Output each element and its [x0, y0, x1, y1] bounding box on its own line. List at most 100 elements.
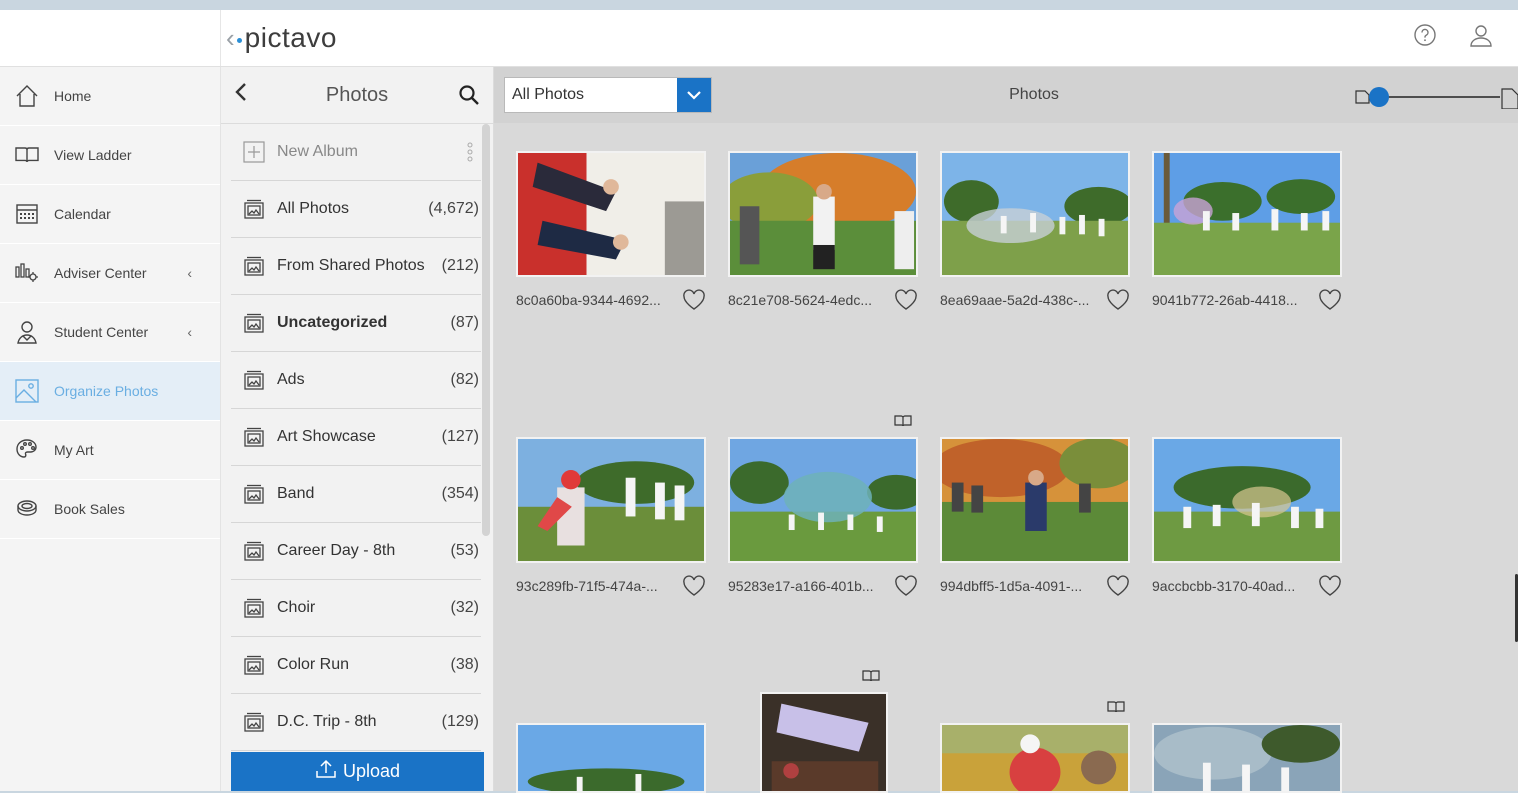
photo-grid: 8c0a60ba-9344-4692... 8c21e708-5624-4edc…	[494, 123, 1518, 793]
search-icon[interactable]	[457, 83, 481, 107]
photo-thumbnail[interactable]	[760, 692, 888, 793]
sidebar-item-adviser-center[interactable]: Adviser Center ‹	[0, 244, 220, 303]
sidebar-item-organize-photos[interactable]: Organize Photos	[0, 362, 220, 421]
photo-thumbnail[interactable]	[1152, 437, 1342, 563]
sidebar: Home View Ladder Calendar Adviser Center…	[0, 67, 221, 791]
album-name: From Shared Photos	[277, 257, 425, 274]
photo-card[interactable]: 994dbff5-1d5a-4091-...	[940, 437, 1130, 597]
album-item-band[interactable]: Band (354)	[231, 466, 481, 523]
heart-icon[interactable]	[682, 289, 706, 311]
sidebar-item-my-art[interactable]: My Art	[0, 421, 220, 480]
album-icon	[243, 483, 265, 505]
back-chevron-icon: ‹	[226, 23, 235, 53]
photo-thumbnail[interactable]	[516, 437, 706, 563]
upload-icon	[315, 759, 337, 784]
photo-thumbnail[interactable]	[1152, 151, 1342, 277]
photo-thumbnail[interactable]	[940, 437, 1130, 563]
photo-card[interactable]: 8c0a60ba-9344-4692...	[516, 151, 706, 311]
heart-icon[interactable]	[1318, 289, 1342, 311]
photo-thumbnail[interactable]	[728, 151, 918, 277]
heart-icon[interactable]	[1318, 575, 1342, 597]
album-item-dc-trip-8th[interactable]: D.C. Trip - 8th (129)	[231, 694, 481, 751]
album-item-from-shared-photos[interactable]: From Shared Photos (212)	[231, 238, 481, 295]
kebab-menu-icon[interactable]	[467, 141, 473, 163]
photo-card[interactable]: 93c289fb-71f5-474a-...	[516, 437, 706, 597]
plus-square-icon	[243, 141, 265, 163]
photo-card[interactable]: 95283e17-a166-401b...	[728, 437, 918, 597]
photo-thumbnail[interactable]	[516, 151, 706, 277]
pictavo-logo[interactable]: ‹ pictavo	[226, 20, 337, 56]
small-page-icon	[1355, 90, 1370, 104]
photo-thumbnail[interactable]	[728, 437, 918, 563]
home-icon	[14, 83, 40, 109]
album-name: Career Day - 8th	[277, 542, 396, 559]
chevron-left-icon[interactable]: ‹	[187, 324, 192, 340]
book-icon[interactable]	[894, 414, 912, 428]
photo-card[interactable]	[940, 723, 1130, 793]
new-album-label: New Album	[277, 143, 358, 160]
photo-card[interactable]	[1152, 723, 1342, 793]
photo-filename: 994dbff5-1d5a-4091-...	[940, 578, 1083, 594]
back-chevron-icon[interactable]	[233, 82, 257, 108]
album-count: (127)	[441, 428, 479, 445]
chevron-left-icon[interactable]: ‹	[187, 265, 192, 281]
heart-icon[interactable]	[1106, 289, 1130, 311]
album-count: (354)	[441, 485, 479, 502]
album-item-choir[interactable]: Choir (32)	[231, 580, 481, 637]
album-icon	[243, 540, 265, 562]
album-item-all-photos[interactable]: All Photos (4,672)	[231, 181, 481, 238]
sidebar-item-label: Organize Photos	[54, 383, 159, 399]
album-item-career-day-8th[interactable]: Career Day - 8th (53)	[231, 523, 481, 580]
main-toolbar: All Photos Photos	[494, 67, 1518, 123]
zoom-slider[interactable]	[1354, 85, 1518, 110]
heart-icon[interactable]	[894, 575, 918, 597]
upload-label: Upload	[342, 761, 401, 781]
heart-icon[interactable]	[894, 289, 918, 311]
album-list-scrollbar[interactable]	[482, 124, 490, 536]
album-name: Ads	[277, 371, 305, 388]
heart-icon[interactable]	[682, 575, 706, 597]
album-icon	[243, 654, 265, 676]
photo-card[interactable]	[760, 692, 888, 793]
top-bar: ‹ pictavo	[0, 10, 1518, 67]
sidebar-item-home[interactable]: Home	[0, 67, 220, 126]
photo-thumbnail[interactable]	[516, 723, 706, 793]
zoom-slider-handle[interactable]	[1369, 87, 1389, 107]
book-icon	[14, 142, 40, 168]
photo-card[interactable]: 9041b772-26ab-4418...	[1152, 151, 1342, 311]
album-item-ads[interactable]: Ads (82)	[231, 352, 481, 409]
photo-card[interactable]: 8c21e708-5624-4edc...	[728, 151, 918, 311]
photo-thumbnail[interactable]	[1152, 723, 1342, 793]
sidebar-item-book-sales[interactable]: Book Sales	[0, 480, 220, 539]
photo-card[interactable]: 8ea69aae-5a2d-438c-...	[940, 151, 1130, 311]
book-icon[interactable]	[1107, 700, 1125, 714]
album-name: Uncategorized	[277, 314, 388, 331]
heart-icon[interactable]	[1106, 575, 1130, 597]
photo-filename: 93c289fb-71f5-474a-...	[516, 578, 658, 594]
photo-card[interactable]: 9accbcbb-3170-40ad...	[1152, 437, 1342, 597]
top-bar-left-blank	[0, 10, 221, 66]
albums-header: Photos	[221, 67, 493, 124]
coins-icon	[14, 496, 40, 522]
album-name: Color Run	[277, 656, 350, 673]
album-icon	[243, 312, 265, 334]
upload-button[interactable]: Upload	[231, 752, 484, 791]
album-item-art-showcase[interactable]: Art Showcase (127)	[231, 409, 481, 466]
photo-card[interactable]	[516, 723, 706, 793]
book-icon[interactable]	[862, 669, 880, 683]
sidebar-item-view-ladder[interactable]: View Ladder	[0, 126, 220, 185]
sidebar-item-label: Calendar	[54, 206, 111, 222]
sidebar-item-label: View Ladder	[54, 147, 132, 163]
photo-filename: 8c0a60ba-9344-4692...	[516, 292, 661, 308]
album-item-uncategorized[interactable]: Uncategorized (87)	[231, 295, 481, 352]
photo-thumbnail[interactable]	[940, 151, 1130, 277]
new-album-button[interactable]: New Album	[231, 124, 481, 181]
sidebar-item-calendar[interactable]: Calendar	[0, 185, 220, 244]
help-icon[interactable]	[1412, 22, 1438, 48]
sidebar-item-student-center[interactable]: Student Center ‹	[0, 303, 220, 362]
photo-thumbnail[interactable]	[940, 723, 1130, 793]
album-item-color-run[interactable]: Color Run (38)	[231, 637, 481, 694]
photo-filename: 95283e17-a166-401b...	[728, 578, 874, 594]
photo-filename: 9accbcbb-3170-40ad...	[1152, 578, 1296, 594]
user-icon[interactable]	[1468, 22, 1494, 48]
